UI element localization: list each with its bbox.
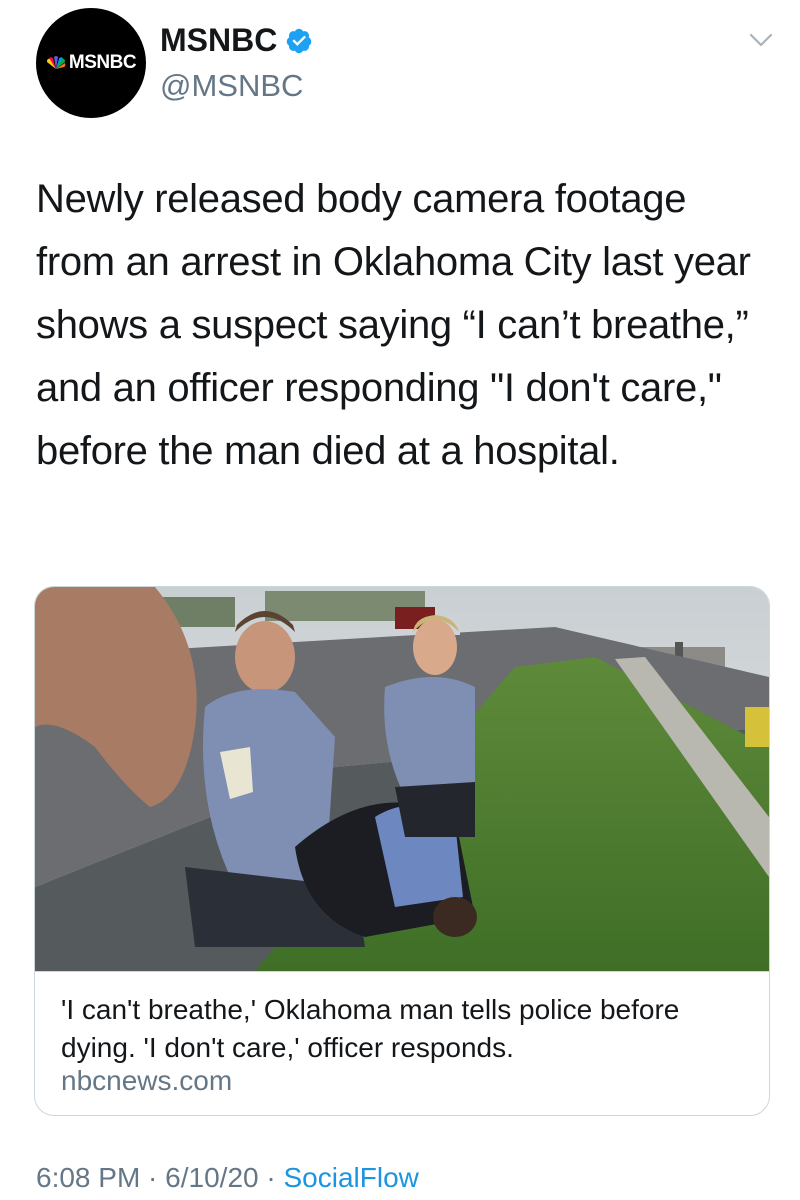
nbc-peacock-icon [46, 56, 66, 69]
chevron-down-icon[interactable] [748, 30, 774, 50]
avatar-logo: MSNBC [46, 52, 137, 74]
author-name-row: MSNBC [160, 22, 313, 59]
card-title[interactable]: 'I can't breathe,' Oklahoma man tells po… [61, 991, 751, 1067]
separator-dot: · [258, 1162, 284, 1193]
card-domain[interactable]: nbcnews.com [61, 1065, 232, 1097]
tweet-metadata: 6:08 PM · 6/10/20 · SocialFlow [36, 1162, 419, 1194]
verified-badge-icon [287, 28, 312, 53]
link-card[interactable]: 'I can't breathe,' Oklahoma man tells po… [34, 586, 770, 1116]
card-image[interactable] [35, 587, 769, 972]
tweet-date[interactable]: 6/10/20 [165, 1162, 258, 1193]
tweet-time[interactable]: 6:08 PM [36, 1162, 140, 1193]
tweet-source-link[interactable]: SocialFlow [283, 1162, 418, 1193]
avatar[interactable]: MSNBC [36, 8, 146, 118]
card-photo [35, 587, 769, 971]
display-name[interactable]: MSNBC [160, 22, 277, 59]
tweet-text: Newly released body camera footage from … [36, 177, 751, 473]
avatar-text: MSNBC [68, 52, 137, 73]
author-handle[interactable]: @MSNBC [160, 68, 303, 104]
tweet: MSNBC MSNBC @MSNBC Newly released body c… [0, 0, 800, 1200]
separator-dot: · [140, 1162, 166, 1193]
